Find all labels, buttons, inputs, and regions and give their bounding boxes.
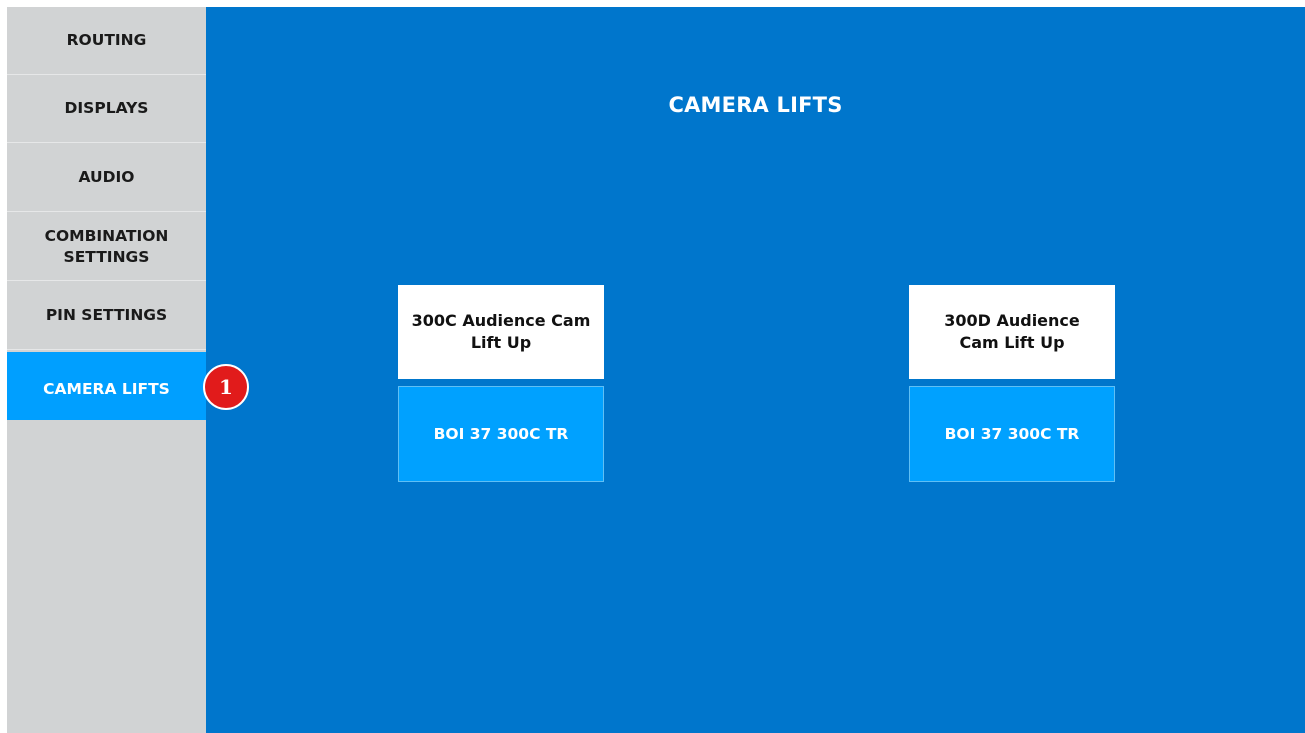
sidebar-item-pin-settings[interactable]: PIN SETTINGS xyxy=(7,282,206,350)
tr-label: BOI 37 300C TR xyxy=(944,425,1080,443)
lift-group-300c: 300C Audience Cam Lift Up BOI 37 300C TR xyxy=(398,285,604,482)
sidebar-item-label: DISPLAYS xyxy=(64,99,149,118)
main-panel: CAMERA LIFTS 300C Audience Cam Lift Up B… xyxy=(206,7,1305,733)
page-title: CAMERA LIFTS xyxy=(668,93,843,117)
tr-button[interactable]: BOI 37 300C TR xyxy=(398,386,604,482)
sidebar-item-displays[interactable]: DISPLAYS xyxy=(7,75,206,143)
sidebar-item-combination-settings[interactable]: COMBINATION SETTINGS xyxy=(7,213,206,281)
sidebar-item-label: ROUTING xyxy=(66,31,147,50)
app-frame: ROUTING DISPLAYS AUDIO COMBINATION SETTI… xyxy=(7,7,1305,733)
lift-up-label: 300D Audience Cam Lift Up xyxy=(944,311,1080,352)
tr-button[interactable]: BOI 37 300C TR xyxy=(909,386,1115,482)
sidebar-item-label: CAMERA LIFTS xyxy=(43,380,170,398)
step-marker-badge: 1 xyxy=(203,364,249,410)
tr-label: BOI 37 300C TR xyxy=(433,425,569,443)
sidebar-item-camera-lifts[interactable]: CAMERA LIFTS xyxy=(7,352,206,420)
sidebar-item-label: PIN SETTINGS xyxy=(45,306,168,325)
sidebar-item-label: AUDIO xyxy=(78,168,135,187)
step-marker-number: 1 xyxy=(219,375,233,399)
sidebar-item-routing[interactable]: ROUTING xyxy=(7,7,206,75)
lift-up-button[interactable]: 300D Audience Cam Lift Up xyxy=(909,285,1115,379)
lift-up-label: 300C Audience Cam Lift Up xyxy=(411,311,591,352)
sidebar: ROUTING DISPLAYS AUDIO COMBINATION SETTI… xyxy=(7,7,206,733)
lift-up-button[interactable]: 300C Audience Cam Lift Up xyxy=(398,285,604,379)
sidebar-item-label: COMBINATION SETTINGS xyxy=(44,227,169,266)
sidebar-item-audio[interactable]: AUDIO xyxy=(7,144,206,212)
lift-group-300d: 300D Audience Cam Lift Up BOI 37 300C TR xyxy=(909,285,1115,482)
